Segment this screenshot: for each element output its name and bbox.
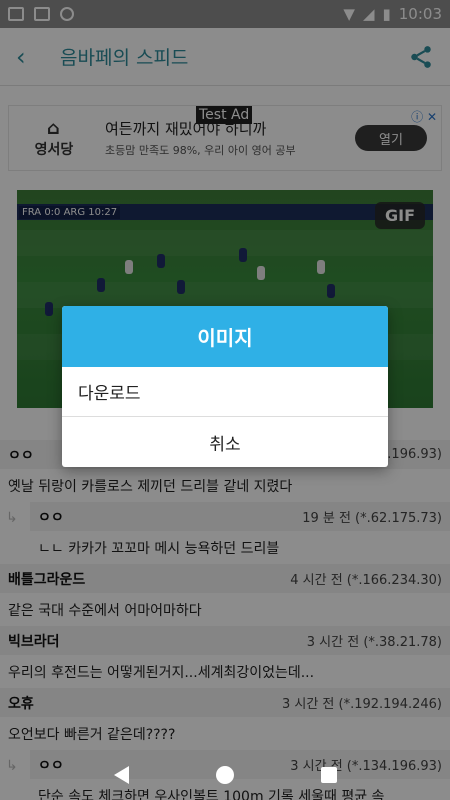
- nav-home-icon[interactable]: [215, 766, 234, 784]
- dialog-title: 이미지: [62, 306, 388, 367]
- nav-back-icon[interactable]: [113, 766, 129, 784]
- image-dialog: 이미지 다운로드 취소: [62, 306, 388, 467]
- download-option[interactable]: 다운로드: [62, 367, 388, 417]
- nav-recents-icon[interactable]: [320, 767, 337, 783]
- navigation-bar: [0, 750, 450, 800]
- cancel-button[interactable]: 취소: [62, 417, 388, 467]
